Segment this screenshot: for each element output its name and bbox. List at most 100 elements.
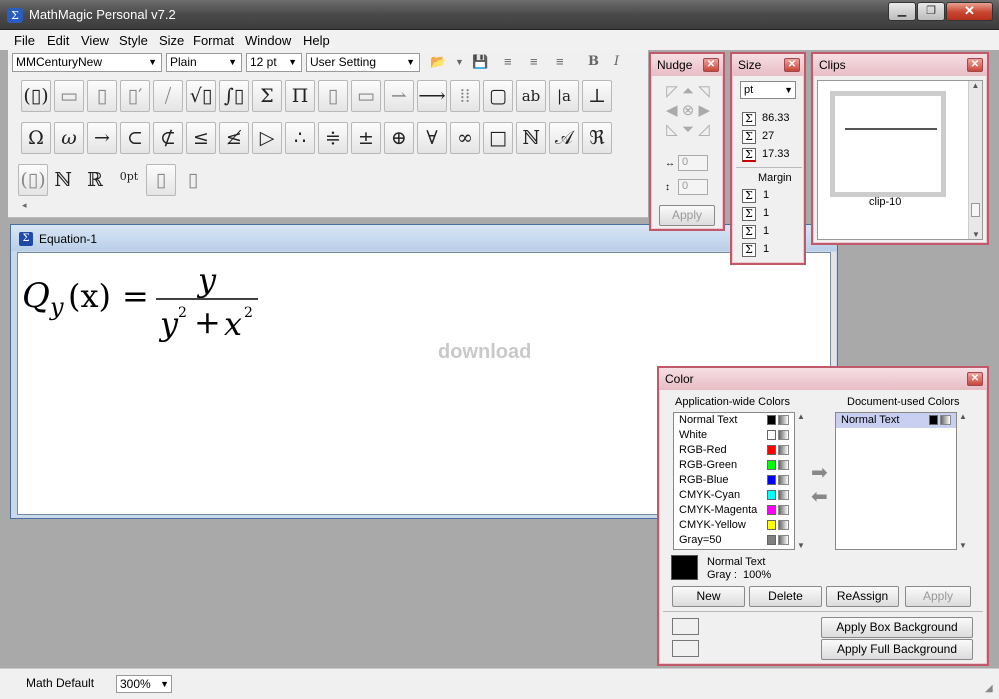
box-template-icon[interactable]: ▢: [483, 80, 513, 112]
reals-icon[interactable]: ℝ: [80, 164, 110, 196]
integral-template-icon[interactable]: ∫▯: [219, 80, 249, 112]
margin-right-value[interactable]: 1: [763, 225, 769, 237]
app-colors-scrollbar[interactable]: ▲ ▼: [796, 412, 806, 550]
square-icon[interactable]: □: [483, 122, 513, 154]
list-item[interactable]: CMYK-Cyan: [674, 488, 794, 503]
not-less-equal-icon[interactable]: ≰: [219, 122, 249, 154]
clips-scrollbar[interactable]: ▲ ▼: [968, 81, 982, 239]
naturals-icon[interactable]: ℕ: [48, 164, 78, 196]
list-item[interactable]: RGB-Red: [674, 443, 794, 458]
less-equal-icon[interactable]: ≤: [186, 122, 216, 154]
menu-format[interactable]: Format: [193, 33, 234, 48]
omega-lower-icon[interactable]: ω: [54, 122, 84, 154]
therefore-icon[interactable]: ∴: [285, 122, 315, 154]
nudge-arrows[interactable]: ◸ ⏶ ◹ ◀ ⊗ ▶ ◺ ⏷ ◿: [659, 82, 717, 140]
list-item[interactable]: White: [674, 428, 794, 443]
parentheses-template-icon[interactable]: (▯): [21, 80, 51, 112]
open-folder-icon[interactable]: 📂: [430, 54, 446, 70]
list-item[interactable]: CMYK-Magenta: [674, 503, 794, 518]
margin-top-value[interactable]: 1: [763, 189, 769, 201]
list-item[interactable]: RGB-Blue: [674, 473, 794, 488]
minimize-button[interactable]: ▁: [888, 2, 916, 21]
subscript-icon[interactable]: ▯: [178, 164, 208, 196]
font-select[interactable]: MMCenturyNew ▼: [12, 53, 162, 72]
bar-template-icon[interactable]: ▭: [351, 80, 381, 112]
parentheses-icon[interactable]: (▯): [18, 164, 48, 196]
chevron-down-icon[interactable]: ▼: [455, 57, 464, 67]
margin-left-value[interactable]: 1: [763, 207, 769, 219]
list-item[interactable]: CMYK-Yellow: [674, 518, 794, 533]
align-right-icon[interactable]: ≡: [556, 54, 564, 69]
new-color-button[interactable]: New: [672, 586, 745, 607]
sum-template-icon[interactable]: Σ: [252, 80, 282, 112]
fraktur-r-icon[interactable]: ℜ: [582, 122, 612, 154]
resize-grip-icon[interactable]: ◢: [985, 683, 993, 694]
style-select[interactable]: Plain ▼: [166, 53, 242, 72]
align-left-icon[interactable]: ≡: [504, 54, 512, 69]
menu-style[interactable]: Style: [119, 33, 148, 48]
box-background-swatch[interactable]: [672, 618, 699, 635]
apply-color-button[interactable]: Apply: [905, 586, 971, 607]
list-item[interactable]: Normal Text: [674, 413, 794, 428]
triangle-right-icon[interactable]: ▷: [252, 122, 282, 154]
move-right-arrow-icon[interactable]: ➡: [811, 460, 828, 485]
circled-plus-icon[interactable]: ⊕: [384, 122, 414, 154]
apply-box-background-button[interactable]: Apply Box Background: [821, 617, 973, 638]
close-icon[interactable]: ✕: [784, 58, 800, 72]
close-icon[interactable]: ✕: [703, 58, 719, 72]
reassign-color-button[interactable]: ReAssign: [826, 586, 899, 607]
app-icon[interactable]: Σ: [7, 8, 23, 23]
long-arrow-template-icon[interactable]: ⟶: [417, 80, 447, 112]
nudge-apply-button[interactable]: Apply: [659, 205, 715, 226]
close-icon[interactable]: ✕: [967, 58, 983, 72]
apply-full-background-button[interactable]: Apply Full Background: [821, 639, 973, 660]
zoom-select[interactable]: 300% ▼: [116, 675, 172, 693]
spacing-template-icon[interactable]: ⊥: [582, 80, 612, 112]
italic-icon[interactable]: I: [614, 54, 619, 69]
menu-help[interactable]: Help: [303, 33, 330, 48]
not-subset-icon[interactable]: ⊄: [153, 122, 183, 154]
nudge-y-field[interactable]: 0: [678, 179, 708, 195]
margin-bottom-value[interactable]: 1: [763, 243, 769, 255]
delete-color-button[interactable]: Delete: [749, 586, 822, 607]
label-template-icon[interactable]: ab: [516, 80, 546, 112]
bold-icon[interactable]: B: [588, 54, 599, 69]
setting-select[interactable]: User Setting ▼: [306, 53, 420, 72]
arrow-over-template-icon[interactable]: ⇀: [384, 80, 414, 112]
menu-window[interactable]: Window: [245, 33, 291, 48]
product-template-icon[interactable]: Π: [285, 80, 315, 112]
list-item[interactable]: Gray=50: [674, 533, 794, 548]
omega-upper-icon[interactable]: Ω: [21, 122, 51, 154]
fraction-template-icon[interactable]: ▭: [54, 80, 84, 112]
close-icon[interactable]: ✕: [967, 372, 983, 386]
subset-icon[interactable]: ⊂: [120, 122, 150, 154]
nudge-x-field[interactable]: 0: [678, 155, 708, 171]
maximize-button[interactable]: ❐: [917, 2, 945, 21]
doc-colors-scrollbar[interactable]: ▲ ▼: [958, 412, 968, 550]
move-left-arrow-icon[interactable]: ⬅: [811, 484, 828, 509]
unit-select[interactable]: pt ▼: [740, 81, 796, 99]
list-item[interactable]: Normal Text: [836, 413, 956, 428]
spacing-0pt-icon[interactable]: 0pt: [114, 164, 144, 196]
prime-template-icon[interactable]: ▯′: [120, 80, 150, 112]
full-background-swatch[interactable]: [672, 640, 699, 657]
clip-item[interactable]: clip-10: [830, 91, 946, 208]
subscript-template-icon[interactable]: ▯: [87, 80, 117, 112]
matrix-template-icon[interactable]: ⁞⁞: [450, 80, 480, 112]
text-template-icon[interactable]: |a: [549, 80, 579, 112]
infinity-icon[interactable]: ∞: [450, 122, 480, 154]
right-arrow-icon[interactable]: →: [87, 122, 117, 154]
slash-template-icon[interactable]: ⧸: [153, 80, 183, 112]
blackboard-n-icon[interactable]: ℕ: [516, 122, 546, 154]
overbar-template-icon[interactable]: ▯: [318, 80, 348, 112]
plus-minus-icon[interactable]: ±: [351, 122, 381, 154]
close-button[interactable]: ✕: [946, 2, 993, 21]
superscript-icon[interactable]: ▯: [146, 164, 176, 196]
for-all-icon[interactable]: ∀: [417, 122, 447, 154]
dot-equal-icon[interactable]: ≑: [318, 122, 348, 154]
menu-view[interactable]: View: [81, 33, 109, 48]
list-item[interactable]: RGB-Green: [674, 458, 794, 473]
save-icon[interactable]: 💾: [472, 54, 488, 70]
align-center-icon[interactable]: ≡: [530, 54, 538, 69]
menu-file[interactable]: File: [14, 33, 35, 48]
